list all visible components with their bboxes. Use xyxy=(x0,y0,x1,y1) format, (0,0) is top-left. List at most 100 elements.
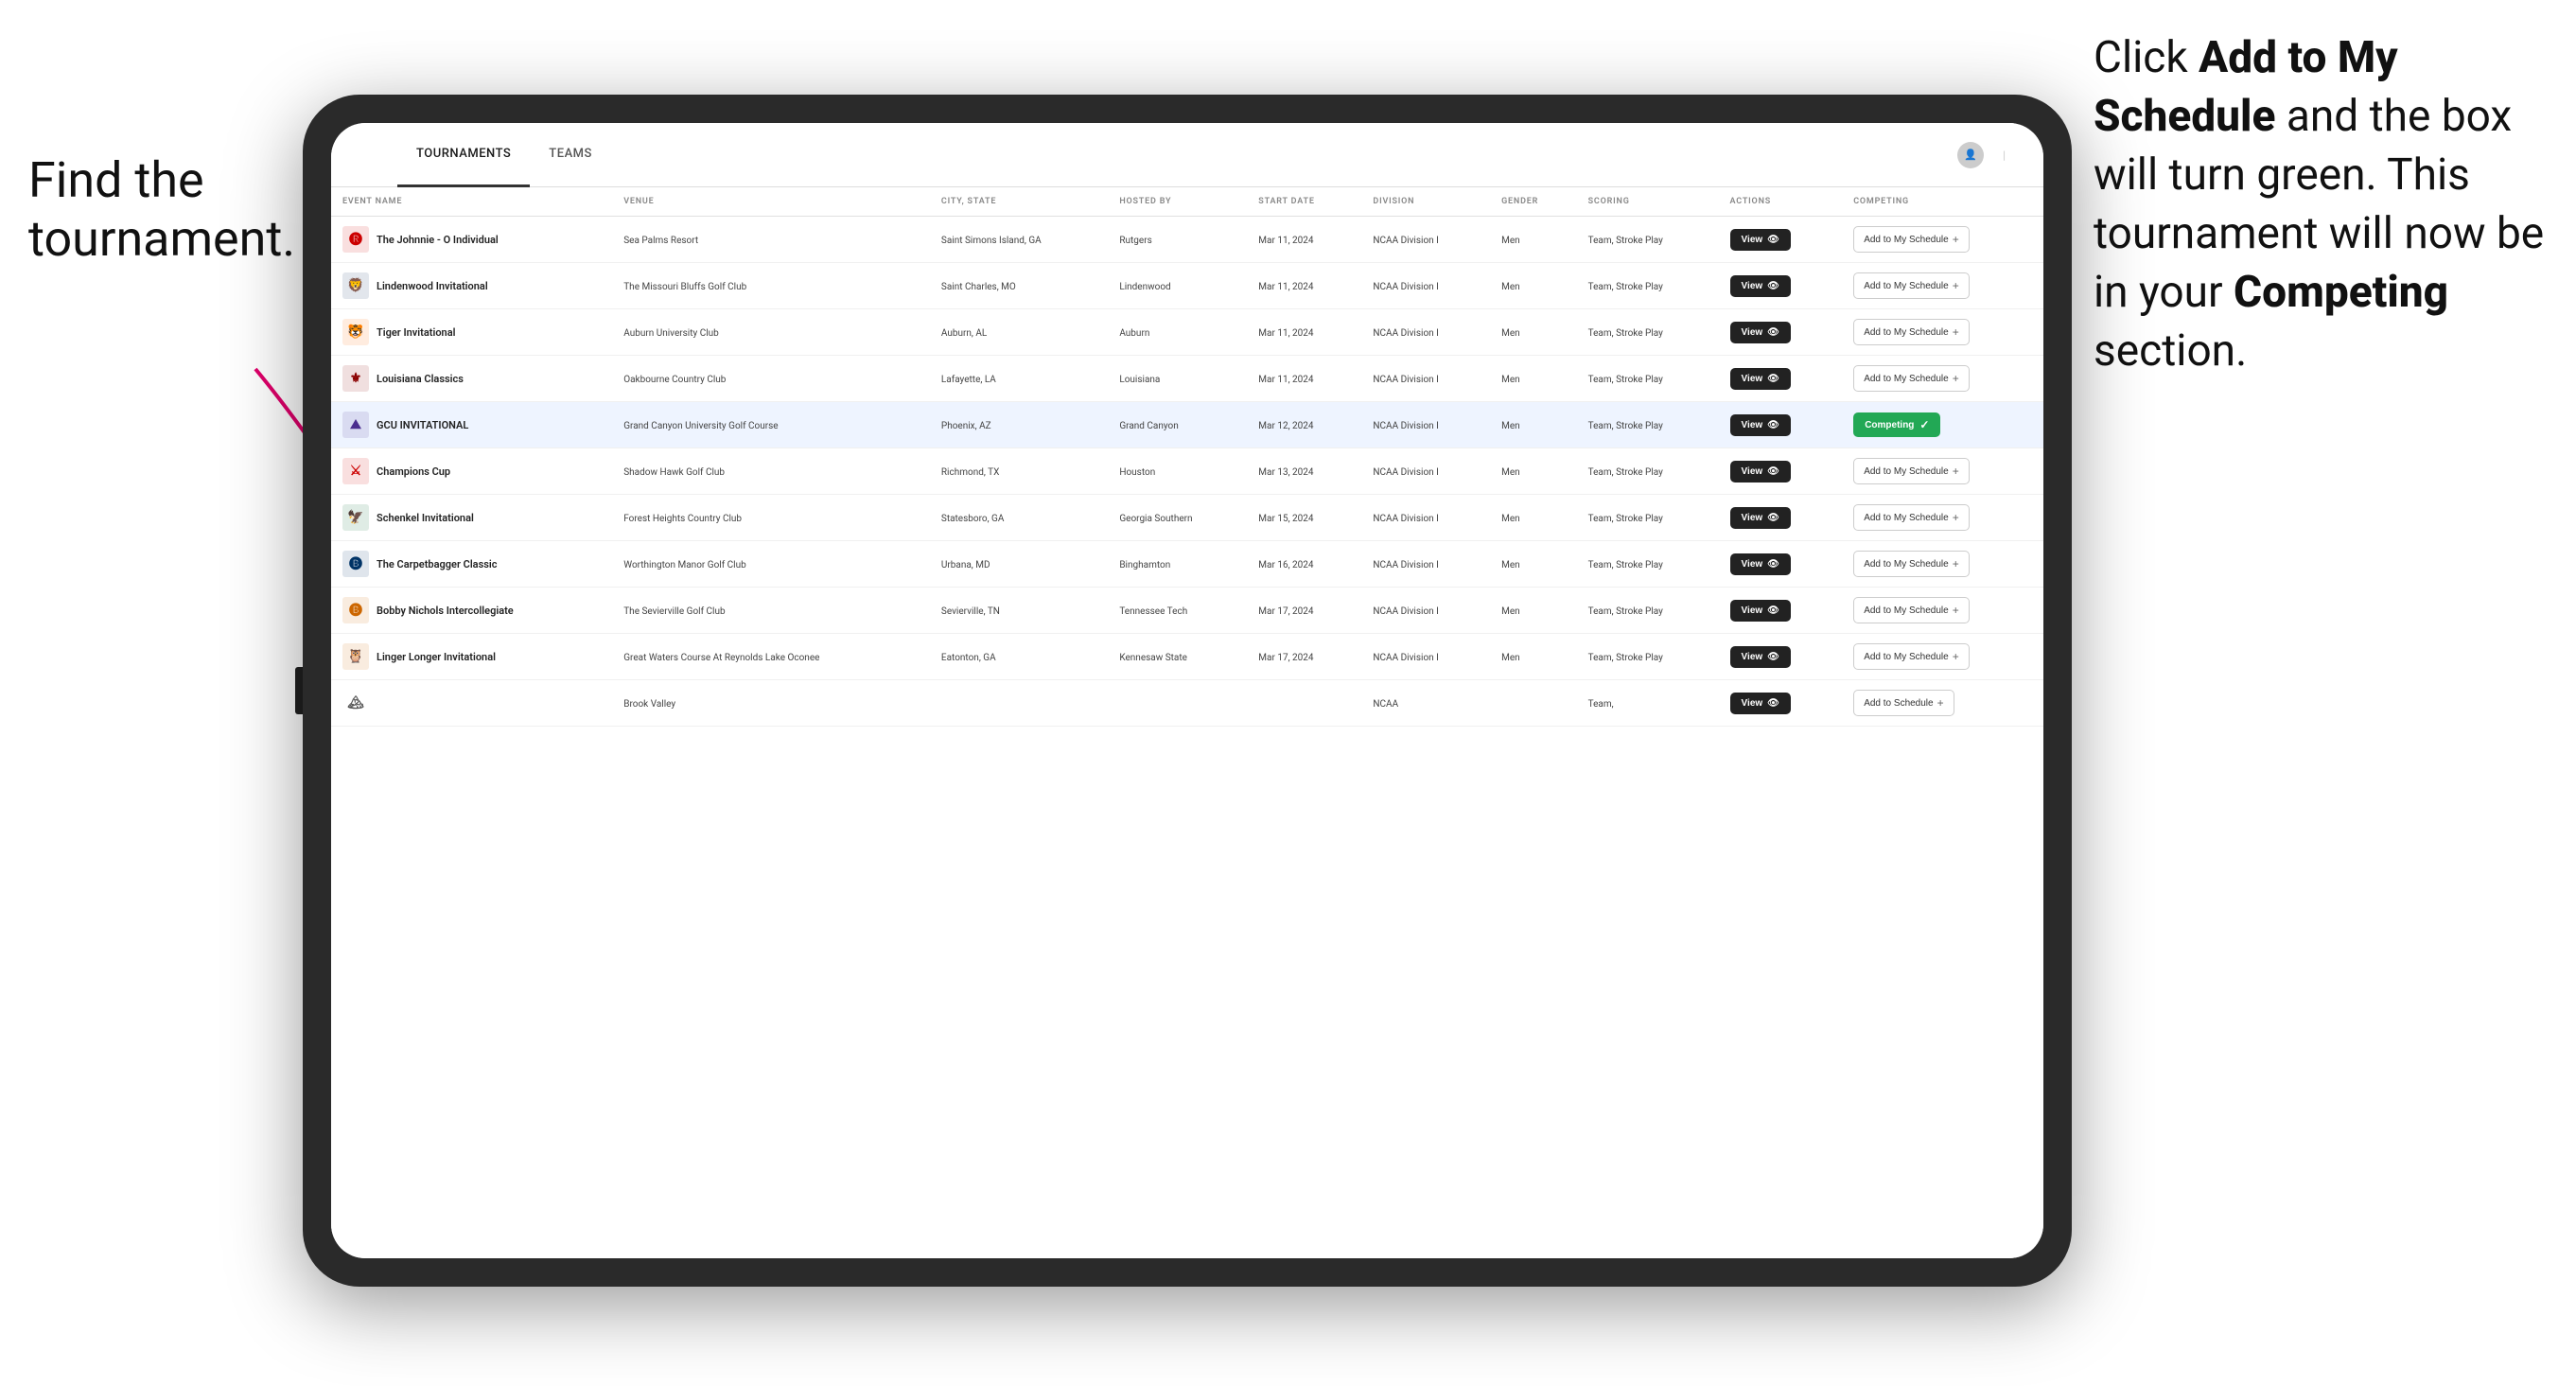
venue-cell: Worthington Manor Golf Club xyxy=(612,541,930,588)
scoring-text: Team, Stroke Play xyxy=(1588,282,1663,292)
venue-text: Shadow Hawk Golf Club xyxy=(623,467,725,478)
gender-cell: Men xyxy=(1490,217,1577,263)
hosted-by-cell: Rutgers xyxy=(1108,217,1247,263)
actions-cell: View 👁 xyxy=(1719,263,1843,309)
venue-text: The Sevierville Golf Club xyxy=(623,606,725,617)
add-schedule-button[interactable]: Add to My Schedule + xyxy=(1853,458,1970,484)
actions-cell: View 👁 xyxy=(1719,402,1843,448)
event-name: Bobby Nichols Intercollegiate xyxy=(377,605,514,617)
nav-tab-teams[interactable]: TEAMS xyxy=(530,123,611,187)
team-logo: 🦉 xyxy=(342,643,369,670)
start-date-cell xyxy=(1247,680,1361,727)
division-cell: NCAA Division I xyxy=(1361,448,1490,495)
eye-icon: 👁 xyxy=(1767,235,1779,245)
division-cell: NCAA Division I xyxy=(1361,541,1490,588)
plus-icon: + xyxy=(1953,372,1959,385)
view-label: View xyxy=(1742,559,1763,570)
actions-cell: View 👁 xyxy=(1719,217,1843,263)
city-text: Phoenix, AZ xyxy=(941,421,991,431)
start-date-cell: Mar 17, 2024 xyxy=(1247,634,1361,680)
plus-icon: + xyxy=(1953,325,1959,339)
add-schedule-button[interactable]: Add to My Schedule + xyxy=(1853,365,1970,392)
division-cell: NCAA Division I xyxy=(1361,495,1490,541)
eye-icon: 👁 xyxy=(1767,698,1779,709)
add-schedule-button[interactable]: Add to My Schedule + xyxy=(1853,597,1970,623)
view-button[interactable]: View 👁 xyxy=(1730,600,1791,622)
table-row: 🅑 The Carpetbagger Classic Worthington M… xyxy=(331,541,2043,588)
division-text: NCAA Division I xyxy=(1373,328,1438,339)
start-date-cell: Mar 11, 2024 xyxy=(1247,217,1361,263)
add-schedule-button[interactable]: Add to Schedule + xyxy=(1853,690,1954,716)
competing-cell: Add to My Schedule + xyxy=(1842,448,2043,495)
scoring-cell: Team, xyxy=(1577,680,1719,727)
view-button[interactable]: View 👁 xyxy=(1730,229,1791,251)
gender-cell: Men xyxy=(1490,309,1577,356)
add-schedule-button[interactable]: Add to My Schedule + xyxy=(1853,643,1970,670)
view-button[interactable]: View 👁 xyxy=(1730,275,1791,297)
view-button[interactable]: View 👁 xyxy=(1730,646,1791,668)
city-text: Saint Simons Island, GA xyxy=(941,236,1042,246)
nav-tab-tournaments[interactable]: TOURNAMENTS xyxy=(397,123,530,187)
city-cell: Urbana, MD xyxy=(930,541,1108,588)
add-schedule-button[interactable]: Add to My Schedule + xyxy=(1853,272,1970,299)
competing-cell: Add to My Schedule + xyxy=(1842,541,2043,588)
venue-cell: The Sevierville Golf Club xyxy=(612,588,930,634)
competing-label: Competing xyxy=(1865,420,1914,430)
city-cell: Saint Charles, MO xyxy=(930,263,1108,309)
view-button[interactable]: View 👁 xyxy=(1730,414,1791,436)
eye-icon: 👁 xyxy=(1767,281,1779,291)
team-logo: 🅑 xyxy=(342,551,369,577)
team-logo: ⚔ xyxy=(342,458,369,484)
venue-text: Auburn University Club xyxy=(623,328,719,339)
col-hosted-by: HOSTED BY xyxy=(1108,187,1247,217)
table-row: 🦅 Schenkel Invitational Forest Heights C… xyxy=(331,495,2043,541)
scoring-text: Team, Stroke Play xyxy=(1588,236,1663,246)
venue-text: Sea Palms Resort xyxy=(623,236,698,246)
view-button[interactable]: View 👁 xyxy=(1730,693,1791,714)
hosted-by-text: Binghamton xyxy=(1119,560,1170,570)
view-button[interactable]: View 👁 xyxy=(1730,553,1791,575)
venue-text: Brook Valley xyxy=(623,699,675,710)
add-schedule-label: Add to Schedule xyxy=(1864,698,1933,709)
scoring-text: Team, Stroke Play xyxy=(1588,653,1663,663)
tablet-frame: TOURNAMENTS TEAMS 👤 | EVENT NAME VENUE C… xyxy=(303,95,2072,1287)
competing-cell: Add to My Schedule + xyxy=(1842,356,2043,402)
view-button[interactable]: View 👁 xyxy=(1730,507,1791,529)
gender-text: Men xyxy=(1501,328,1520,339)
venue-cell: Grand Canyon University Golf Course xyxy=(612,402,930,448)
table-row: ⚜ Louisiana Classics Oakbourne Country C… xyxy=(331,356,2043,402)
gender-cell: Men xyxy=(1490,495,1577,541)
eye-icon: 👁 xyxy=(1767,374,1779,384)
venue-text: The Missouri Bluffs Golf Club xyxy=(623,282,746,292)
venue-text: Oakbourne Country Club xyxy=(623,375,726,385)
nav-tabs: TOURNAMENTS TEAMS xyxy=(397,123,611,187)
venue-cell: Oakbourne Country Club xyxy=(612,356,930,402)
scoring-text: Team, Stroke Play xyxy=(1588,421,1663,431)
eye-icon: 👁 xyxy=(1767,559,1779,570)
add-schedule-button[interactable]: Add to My Schedule + xyxy=(1853,504,1970,531)
view-button[interactable]: View 👁 xyxy=(1730,461,1791,482)
actions-cell: View 👁 xyxy=(1719,309,1843,356)
start-date-text: Mar 13, 2024 xyxy=(1258,467,1313,478)
scoring-cell: Team, Stroke Play xyxy=(1577,356,1719,402)
actions-cell: View 👁 xyxy=(1719,634,1843,680)
start-date-text: Mar 15, 2024 xyxy=(1258,514,1313,524)
city-cell: Richmond, TX xyxy=(930,448,1108,495)
hosted-by-text: Lindenwood xyxy=(1119,282,1170,292)
view-button[interactable]: View 👁 xyxy=(1730,322,1791,343)
gender-cell xyxy=(1490,680,1577,727)
col-start-date: START DATE xyxy=(1247,187,1361,217)
team-logo: 🦅 xyxy=(342,504,369,531)
start-date-cell: Mar 17, 2024 xyxy=(1247,588,1361,634)
tournaments-table: EVENT NAME VENUE CITY, STATE HOSTED BY S… xyxy=(331,187,2043,727)
competing-button[interactable]: Competing ✓ xyxy=(1853,412,1940,437)
add-schedule-button[interactable]: Add to My Schedule + xyxy=(1853,319,1970,345)
scoring-text: Team, Stroke Play xyxy=(1588,467,1663,478)
add-schedule-button[interactable]: Add to My Schedule + xyxy=(1853,551,1970,577)
add-schedule-button[interactable]: Add to My Schedule + xyxy=(1853,226,1970,253)
view-button[interactable]: View 👁 xyxy=(1730,368,1791,390)
col-division: DIVISION xyxy=(1361,187,1490,217)
event-name: Linger Longer Invitational xyxy=(377,651,496,663)
actions-cell: View 👁 xyxy=(1719,356,1843,402)
competing-cell: Add to My Schedule + xyxy=(1842,263,2043,309)
